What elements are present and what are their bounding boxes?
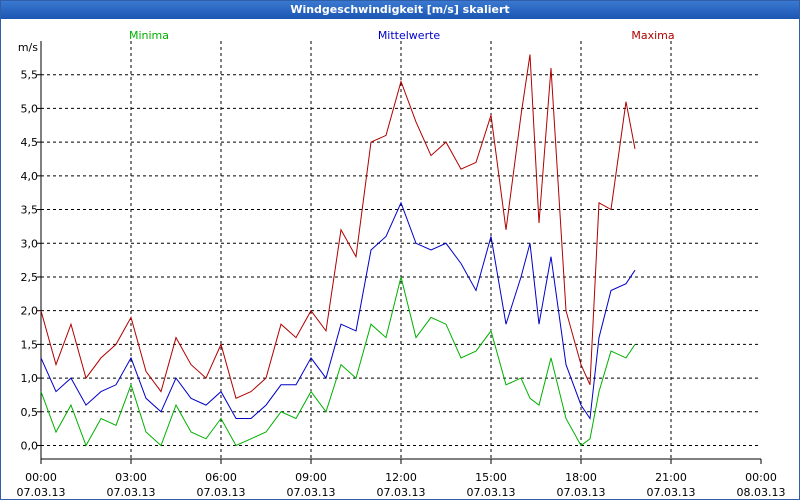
y-tick-label: 4,0 [21, 170, 39, 183]
y-tick-label: 0,5 [21, 406, 39, 419]
x-tick-date-label: 07.03.13 [557, 486, 606, 499]
x-tick-label: 00:00 [25, 471, 57, 484]
x-tick-date-label: 07.03.13 [647, 486, 696, 499]
x-tick-date-label: 08.03.13 [737, 486, 786, 499]
x-tick-label: 15:00 [475, 471, 507, 484]
series-line-minima [40, 276, 636, 447]
y-tick-label: 3,0 [21, 237, 39, 250]
y-tick-label: 5,5 [21, 69, 39, 82]
chart-window: Windgeschwindigkeit [m/s] skaliert 0,0 0,… [0, 0, 800, 500]
y-tick-label: 5,0 [21, 102, 39, 115]
series-line-maxima [40, 54, 636, 399]
x-tick-date-label: 07.03.13 [467, 486, 516, 499]
x-tick-label: 00:00 [745, 471, 777, 484]
y-axis-label: m/s [18, 41, 38, 54]
y-tick-label: 4,5 [21, 136, 39, 149]
y-tick-label: 1,0 [21, 372, 39, 385]
x-tick-date-label: 07.03.13 [377, 486, 426, 499]
legend-maxima: Maxima [631, 29, 674, 42]
x-tick-date-label: 07.03.13 [287, 486, 336, 499]
legend-mittelwerte: Mittelwerte [378, 29, 441, 42]
x-tick-label: 12:00 [385, 471, 417, 484]
x-tick-label: 18:00 [565, 471, 597, 484]
x-tick-date-label: 07.03.13 [107, 486, 156, 499]
x-tick-label: 03:00 [115, 471, 147, 484]
chart-canvas: 0,0 0,5 1,0 1,5 2,0 2,5 3,0 3,5 4,0 4,5 5,0 5,5 m/s 0… [17, 29, 786, 499]
y-tick-label: 2,5 [21, 271, 39, 284]
x-tick-date-label: 07.03.13 [17, 486, 66, 499]
y-tick-label: 1,5 [21, 338, 39, 351]
y-tick-label: 2,0 [21, 305, 39, 318]
x-tick-date-label: 07.03.13 [197, 486, 246, 499]
x-tick-label: 06:00 [205, 471, 237, 484]
window-title: Windgeschwindigkeit [m/s] skaliert [1, 1, 799, 19]
y-tick-label: 3,5 [21, 204, 39, 217]
x-tick-label: 21:00 [655, 471, 687, 484]
x-tick-label: 09:00 [295, 471, 327, 484]
legend-minima: Minima [129, 29, 169, 42]
y-tick-label: 0,0 [21, 440, 39, 453]
